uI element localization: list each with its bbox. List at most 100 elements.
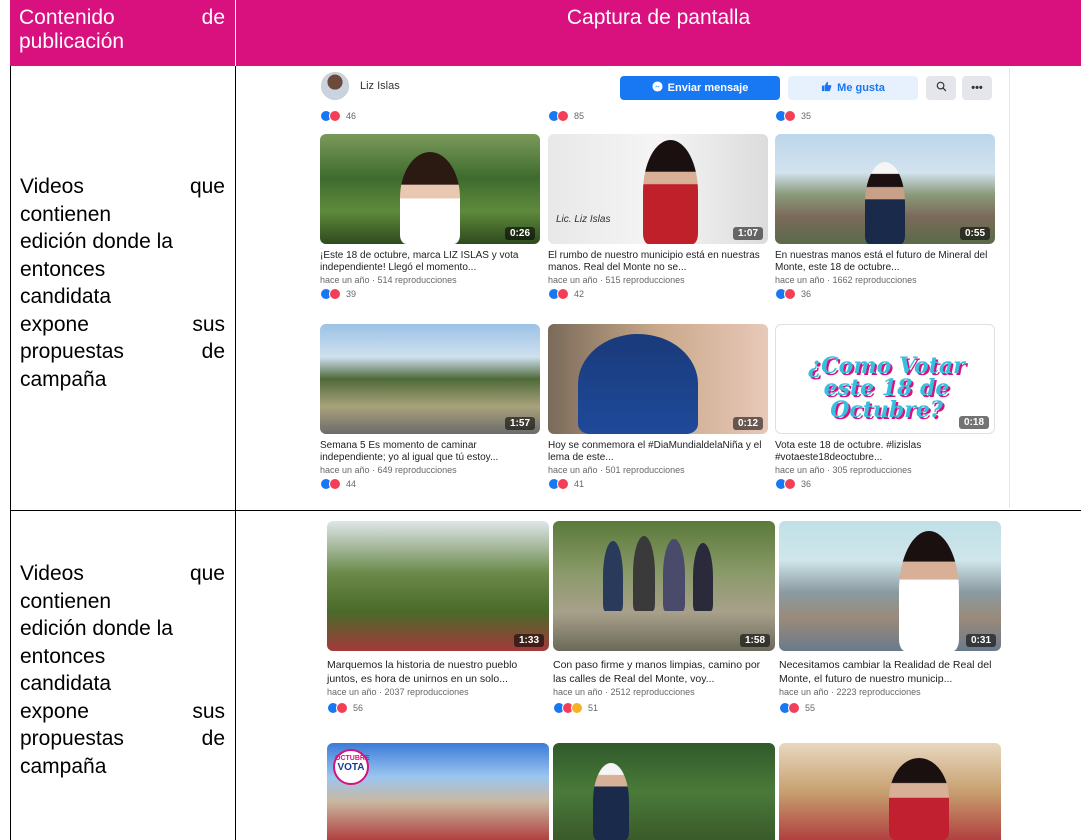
reaction-icons	[320, 478, 341, 490]
video-title[interactable]: El rumbo de nuestro municipio está en nu…	[548, 250, 768, 274]
video-overlay-text: Lic. Liz Islas	[556, 214, 611, 225]
video-title[interactable]: Vota este 18 de octubre. #lizislas #vota…	[775, 440, 995, 464]
person-figure	[633, 536, 655, 611]
reactions-count[interactable]: 36	[775, 478, 995, 490]
text-word: expone	[20, 699, 89, 723]
video-thumbnail[interactable]: 1:58	[553, 521, 775, 651]
candidate-figure	[400, 152, 460, 244]
reaction-icons	[327, 702, 348, 714]
video-title[interactable]: ¡Este 18 de octubre, marca LIZ ISLAS y v…	[320, 250, 540, 274]
reactions-count-label: 46	[346, 111, 357, 121]
reactions-count[interactable]: 51	[553, 702, 775, 714]
more-options-button[interactable]: •••	[962, 76, 992, 100]
vote-badge: OCTUBRE VOTA	[333, 749, 370, 785]
text-word: propuestas	[20, 727, 124, 750]
more-icon: •••	[971, 82, 983, 94]
video-thumbnail[interactable]: ¿Como Votar este 18 de Octubre? 0:18	[775, 324, 995, 434]
reactions-count[interactable]: 44	[320, 478, 540, 490]
video-card[interactable]: 0:55 En nuestras manos está el futuro de…	[775, 134, 995, 300]
video-meta: hace un año · 649 reproducciones	[320, 465, 457, 475]
video-duration: 0:12	[732, 417, 763, 430]
page-header-bar: Liz Islas Enviar mensaje Me gusta •••	[305, 68, 1010, 106]
reaction-icons	[775, 288, 796, 300]
video-card[interactable]: Lic. Liz Islas 1:07 El rumbo de nuestro …	[548, 134, 768, 300]
reactions-count-label: 55	[805, 703, 816, 713]
reactions-count-label: 35	[801, 111, 812, 121]
search-button[interactable]	[926, 76, 956, 100]
text-word: de	[201, 340, 225, 363]
messenger-icon	[652, 81, 663, 95]
text-line: Videos que	[20, 560, 225, 588]
reactions-count[interactable]: 55	[779, 702, 1001, 714]
reaction-icons	[320, 288, 341, 300]
text-line: expone sus	[20, 698, 225, 726]
octubre-label: OCTUBRE	[335, 755, 370, 762]
facebook-videos-screenshot-2: 1:33 Marquemos la historia de nuestro pu…	[320, 514, 1081, 840]
video-card[interactable]: 0:31 Necesitamos cambiar la Realidad de …	[779, 521, 1001, 714]
candidate-figure	[593, 763, 629, 840]
video-thumbnail[interactable]: 0:12	[548, 324, 768, 434]
video-meta: hace un año · 515 reproducciones	[548, 275, 685, 285]
reactions-count[interactable]: 42	[548, 288, 768, 300]
video-thumbnail[interactable]	[779, 743, 1001, 840]
text-line: propuestas de	[20, 338, 225, 366]
reactions-count[interactable]: 39	[320, 288, 540, 300]
avatar[interactable]	[321, 72, 349, 100]
thumbs-up-icon	[821, 81, 832, 95]
row2-description: Videos que contienen edición donde la ent…	[20, 560, 225, 780]
reaction-icons	[779, 702, 800, 714]
video-card[interactable]	[553, 743, 775, 840]
reaction-icons	[548, 288, 569, 300]
video-card[interactable]	[779, 743, 1001, 840]
video-card[interactable]: OCTUBRE VOTA	[327, 743, 549, 840]
video-meta: hace un año · 1662 reproducciones	[775, 275, 917, 285]
video-thumbnail[interactable]: 0:26	[320, 134, 540, 244]
video-card[interactable]: 0:12 Hoy se conmemora el #DiaMundialdela…	[548, 324, 768, 490]
video-card[interactable]: 1:58 Con paso firme y manos limpias, cam…	[553, 521, 775, 714]
video-thumbnail[interactable]: 0:55	[775, 134, 995, 244]
video-title[interactable]: Con paso firme y manos limpias, camino p…	[553, 658, 775, 686]
person-figure	[603, 541, 623, 611]
video-thumbnail[interactable]: Lic. Liz Islas 1:07	[548, 134, 768, 244]
video-card[interactable]: 0:26 ¡Este 18 de octubre, marca LIZ ISLA…	[320, 134, 540, 300]
video-title[interactable]: En nuestras manos está el futuro de Mine…	[775, 250, 995, 274]
text-line: propuestas de	[20, 725, 225, 753]
reactions-count[interactable]: 85	[548, 110, 584, 122]
text-word: de	[201, 727, 225, 750]
video-title[interactable]: Hoy se conmemora el #DiaMundialdelaNiña …	[548, 440, 768, 464]
reactions-count[interactable]: 36	[775, 288, 995, 300]
like-page-button[interactable]: Me gusta	[788, 76, 918, 100]
reactions-count[interactable]: 46	[320, 110, 356, 122]
reactions-count[interactable]: 35	[775, 110, 811, 122]
candidate-figure	[899, 531, 959, 651]
reaction-icons	[548, 478, 569, 490]
reaction-icons	[548, 110, 569, 122]
video-thumbnail[interactable]: 1:57	[320, 324, 540, 434]
page-name[interactable]: Liz Islas	[360, 80, 400, 92]
video-title[interactable]: Semana 5 Es momento de caminar independi…	[320, 440, 540, 464]
video-thumbnail[interactable]	[553, 743, 775, 840]
video-title[interactable]: Marquemos la historia de nuestro pueblo …	[327, 658, 549, 686]
text-line: campaña	[20, 367, 107, 391]
reactions-count[interactable]: 41	[548, 478, 768, 490]
reactions-count-label: 85	[574, 111, 585, 121]
table-row-divider	[10, 510, 1081, 511]
text-line: entonces	[20, 257, 106, 281]
video-card[interactable]: 1:33 Marquemos la historia de nuestro pu…	[327, 521, 549, 714]
video-card[interactable]: 1:57 Semana 5 Es momento de caminar inde…	[320, 324, 540, 490]
video-card[interactable]: ¿Como Votar este 18 de Octubre? 0:18 Vot…	[775, 324, 995, 490]
video-thumbnail[interactable]: 0:31	[779, 521, 1001, 651]
person-figure	[693, 543, 713, 611]
reaction-icons	[320, 110, 341, 122]
reaction-icons	[553, 702, 583, 714]
video-thumbnail[interactable]: 1:33	[327, 521, 549, 651]
header-right-label: Captura de pantalla	[566, 6, 751, 29]
table-divider-vertical	[235, 66, 236, 840]
reactions-count[interactable]: 56	[327, 702, 549, 714]
text-word: sus	[192, 312, 225, 336]
send-message-button[interactable]: Enviar mensaje	[620, 76, 780, 100]
video-duration: 1:07	[732, 227, 763, 240]
video-title[interactable]: Necesitamos cambiar la Realidad de Real …	[779, 658, 1001, 686]
vota-label: VOTA	[337, 762, 365, 773]
video-thumbnail[interactable]: OCTUBRE VOTA	[327, 743, 549, 840]
